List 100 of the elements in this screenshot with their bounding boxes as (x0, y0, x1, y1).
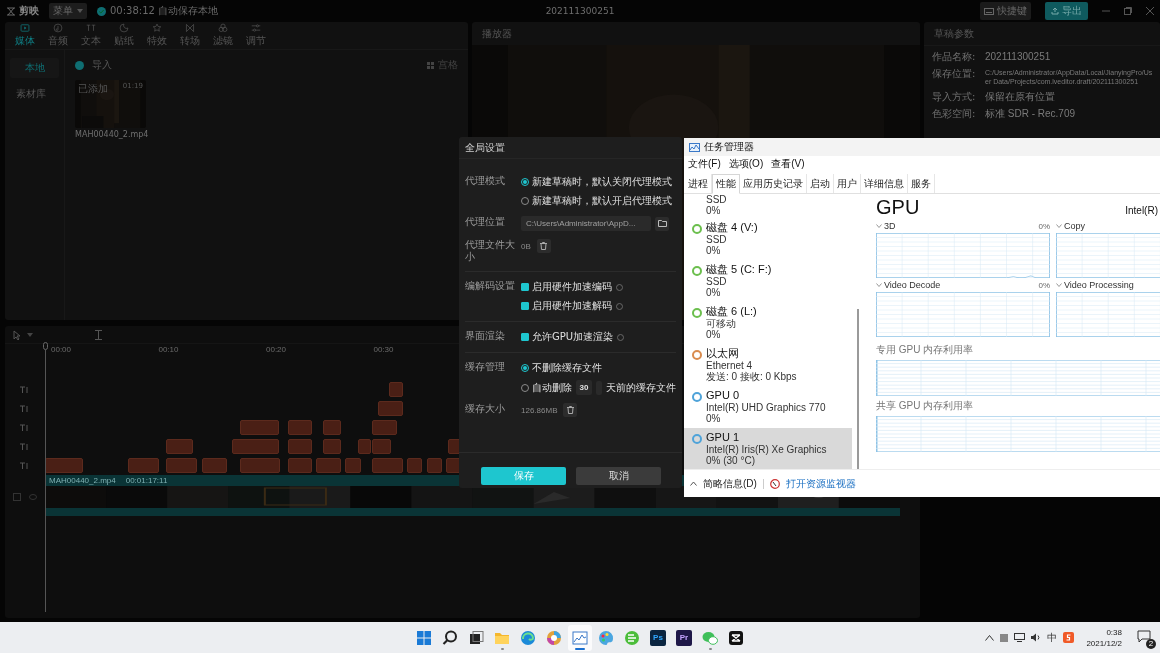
square-icon[interactable] (1000, 633, 1009, 642)
trash-icon (540, 242, 548, 250)
info-icon[interactable] (616, 283, 623, 291)
text-clip[interactable] (45, 458, 83, 473)
close-icon[interactable] (1146, 7, 1154, 15)
radio-option[interactable]: 自动删除 (521, 380, 572, 395)
tab[interactable]: 服务 (908, 174, 935, 193)
clock-date[interactable]: 2021/12/2 (1086, 637, 1122, 649)
text-clip[interactable] (232, 439, 280, 454)
tab[interactable]: 启动 (807, 174, 834, 193)
caret-icon[interactable] (27, 332, 33, 337)
cursor-icon[interactable] (13, 329, 21, 340)
info-icon[interactable] (616, 302, 623, 310)
text-clip[interactable] (323, 420, 341, 435)
radio-option[interactable]: 新建草稿时，默认关闭代理模式 (521, 175, 672, 189)
text-clip[interactable] (371, 439, 392, 454)
chart-window-icon (689, 142, 700, 152)
split-icon[interactable] (95, 329, 102, 340)
folder-button[interactable] (655, 216, 669, 231)
text-clip[interactable] (287, 420, 312, 435)
text-clip[interactable] (239, 420, 280, 435)
checkbox-option[interactable]: 启用硬件加速编码 (521, 280, 612, 294)
chevron-up-icon[interactable] (985, 634, 995, 641)
tab[interactable]: 详细信息 (861, 174, 908, 193)
clear-button[interactable] (563, 403, 578, 417)
chevron-icon[interactable] (876, 283, 882, 287)
menu-item[interactable]: 查看(V) (771, 157, 805, 171)
clip-name: MAH00440_2.mp4 (49, 476, 116, 485)
chevron-icon[interactable] (876, 224, 882, 228)
text-clip[interactable] (166, 439, 194, 454)
setting-label: 缓存管理 (465, 361, 506, 373)
text-clip[interactable] (287, 458, 312, 473)
ruler-label: 00:20 (266, 345, 287, 354)
playhead[interactable] (43, 342, 48, 612)
ruler-label: 00:00 (51, 345, 72, 354)
path-field[interactable]: C:\Users\Administrator\AppD... (521, 216, 651, 231)
text-clip[interactable] (287, 439, 312, 454)
text-track-icon (20, 423, 30, 432)
text-clip[interactable] (201, 458, 227, 473)
toolbar-tab[interactable]: 媒体 (15, 23, 35, 48)
chevron-icon[interactable] (1056, 224, 1062, 228)
tab[interactable]: 用户 (834, 174, 861, 193)
tab[interactable]: 应用历史记录 (740, 174, 807, 193)
clip-duration: 00:01:17:11 (125, 476, 168, 485)
clock-time[interactable]: 0:38 (1106, 626, 1122, 638)
radio-option[interactable]: 新建草稿时，默认开启代理模式 (521, 194, 672, 208)
checkbox-option[interactable]: 启用硬件加速解码 (521, 299, 612, 313)
speaker-icon[interactable] (1031, 633, 1042, 642)
text-clip[interactable] (344, 458, 362, 473)
network-icon[interactable] (1014, 633, 1026, 642)
text-clip[interactable] (371, 420, 397, 435)
option-suffix: 天前的缓存文件 (606, 380, 676, 395)
scrollbar[interactable] (857, 309, 859, 469)
resource-monitor-link[interactable]: 打开资源监视器 (785, 476, 856, 491)
setting-label: 界面渲染 (465, 330, 506, 342)
chevron-icon[interactable] (1056, 283, 1062, 287)
panel-title: GPU (876, 196, 920, 219)
checkbox-option[interactable]: 允许GPU加速渲染 (521, 330, 614, 344)
text-clip[interactable] (389, 382, 403, 397)
maximize-icon[interactable] (1124, 7, 1132, 15)
browser-icon (519, 628, 537, 647)
text-clip[interactable] (407, 458, 423, 473)
days-field[interactable]: 30 (576, 380, 592, 395)
menu-item[interactable]: 文件(F) (688, 157, 721, 171)
text-clip[interactable] (315, 458, 341, 473)
app-tray-icon[interactable] (1063, 632, 1075, 643)
radio-option[interactable]: 不删除缓存文件 (521, 361, 602, 375)
minimize-icon[interactable] (1102, 7, 1110, 15)
cancel-button[interactable]: 取消 (576, 467, 661, 485)
text-clip[interactable] (127, 458, 159, 473)
text-clip[interactable] (378, 401, 403, 416)
field-value: 保留在原有位置 (985, 91, 1056, 103)
menu-item[interactable]: 选项(O) (728, 157, 764, 171)
input-method-indicator[interactable]: 中 (1047, 630, 1058, 645)
clear-button[interactable] (536, 239, 551, 253)
text-clip[interactable] (323, 439, 341, 454)
chart-window-icon (571, 628, 589, 647)
field-label: 作品名称: (932, 51, 977, 63)
tab[interactable]: 性能 (712, 174, 740, 194)
taskbar-button[interactable]: Pr (672, 624, 696, 651)
text-clip[interactable] (166, 458, 197, 473)
text-clip[interactable] (239, 458, 281, 473)
info-icon[interactable] (617, 333, 625, 341)
fewer-details-button[interactable]: 简略信息(D) (690, 476, 757, 491)
device-item[interactable]: GPU 1 Intel(R) Iris(R) Xe Graphics 0% (30 °C) (684, 428, 852, 469)
device-item[interactable]: 磁盘 6 (L:) 可移动 0% (684, 302, 852, 344)
text-track-icon (20, 461, 30, 470)
taskbar-button[interactable]: Ps (646, 624, 670, 651)
device-item[interactable]: 磁盘 4 (V:) SSD 0% (684, 218, 852, 260)
dialog-title: 全局设置 (465, 142, 505, 153)
added-label: 已添加 (78, 82, 108, 96)
text-clip[interactable] (371, 458, 403, 473)
device-item[interactable]: SSD 0% (684, 194, 852, 218)
text-clip[interactable] (426, 458, 442, 473)
gauge-icon (769, 478, 780, 489)
eye-icon[interactable] (29, 494, 37, 500)
text-clip[interactable] (357, 439, 371, 454)
device-item[interactable]: GPU 0 Intel(R) UHD Graphics 770 0% (684, 386, 852, 428)
device-item[interactable]: 磁盘 5 (C: F:) SSD 0% (684, 260, 852, 302)
device-item[interactable]: 以太网 Ethernet 4 发送: 0 接收: 0 Kbps (684, 344, 852, 386)
